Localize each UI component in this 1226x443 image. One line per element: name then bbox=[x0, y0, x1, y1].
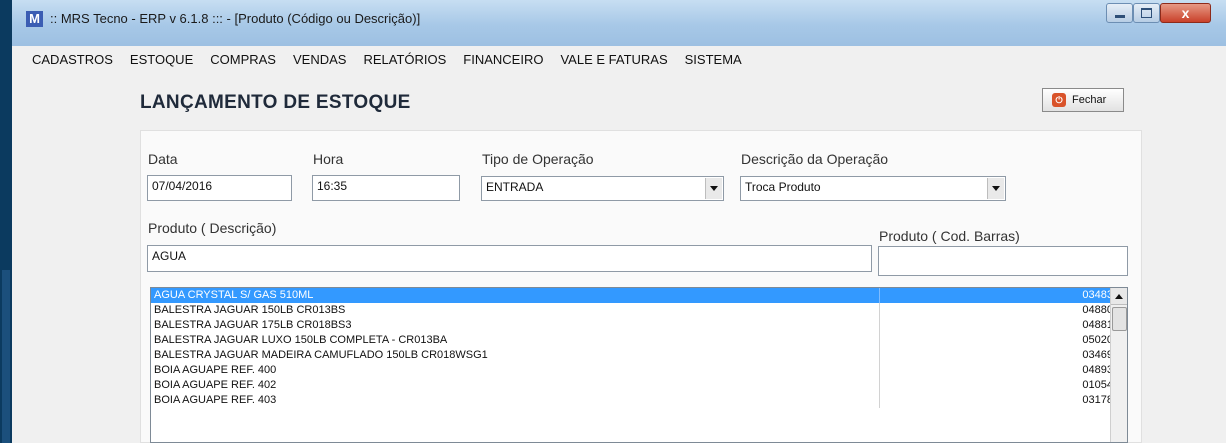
fechar-button-label: Fechar bbox=[1072, 94, 1107, 106]
column-divider bbox=[879, 303, 880, 318]
minimize-icon bbox=[1114, 14, 1125, 18]
product-description: BALESTRA JAGUAR MADEIRA CAMUFLADO 150LB … bbox=[154, 349, 488, 361]
product-code: 04880 bbox=[1082, 304, 1113, 316]
list-item[interactable]: BALESTRA JAGUAR MADEIRA CAMUFLADO 150LB … bbox=[151, 348, 1127, 363]
list-item[interactable]: BALESTRA JAGUAR LUXO 150LB COMPLETA - CR… bbox=[151, 333, 1127, 348]
column-divider bbox=[879, 318, 880, 333]
product-code: 04881 bbox=[1082, 319, 1113, 331]
tipo-operacao-label: Tipo de Operação bbox=[482, 151, 594, 167]
product-code: 04893 bbox=[1082, 364, 1113, 376]
product-description: BALESTRA JAGUAR 150LB CR013BS bbox=[154, 304, 346, 316]
column-divider bbox=[879, 378, 880, 393]
descricao-operacao-select[interactable]: Troca Produto bbox=[740, 176, 1006, 201]
menu-financeiro[interactable]: FINANCEIRO bbox=[454, 52, 551, 67]
column-divider bbox=[879, 348, 880, 363]
list-item[interactable]: AGUA CRYSTAL S/ GAS 510ML 03483 bbox=[151, 288, 1127, 303]
chevron-down-icon[interactable] bbox=[705, 178, 722, 199]
produto-descricao-label: Produto ( Descrição) bbox=[148, 220, 277, 236]
app-logo-icon: M bbox=[26, 11, 43, 27]
list-scrollbar[interactable] bbox=[1110, 288, 1127, 442]
data-field[interactable]: 07/04/2016 bbox=[147, 175, 292, 201]
maximize-icon bbox=[1141, 8, 1152, 18]
menu-compras[interactable]: COMPRAS bbox=[201, 52, 284, 67]
menu-sistema[interactable]: SISTEMA bbox=[676, 52, 750, 67]
exit-icon: ⏻ bbox=[1052, 93, 1066, 107]
product-description: BALESTRA JAGUAR 175LB CR018BS3 bbox=[154, 319, 352, 331]
product-code: 03178 bbox=[1082, 394, 1113, 406]
window-title: :: MRS Tecno - ERP v 6.1.8 ::: - [Produt… bbox=[50, 11, 421, 26]
menu-relatorios[interactable]: RELATÓRIOS bbox=[354, 52, 454, 67]
scroll-thumb[interactable] bbox=[1112, 307, 1127, 331]
column-divider bbox=[879, 333, 880, 348]
product-description: BOIA AGUAPE REF. 402 bbox=[154, 379, 277, 391]
menu-vale-e-faturas[interactable]: VALE E FATURAS bbox=[551, 52, 675, 67]
product-code: 01054 bbox=[1082, 379, 1113, 391]
list-item[interactable]: BOIA AGUAPE REF. 400 04893 bbox=[151, 363, 1127, 378]
product-description: BALESTRA JAGUAR LUXO 150LB COMPLETA - CR… bbox=[154, 334, 448, 346]
maximize-button[interactable] bbox=[1133, 3, 1160, 23]
product-code: 03483 bbox=[1082, 289, 1113, 301]
hora-field[interactable]: 16:35 bbox=[312, 175, 460, 201]
list-item[interactable]: BALESTRA JAGUAR 175LB CR018BS3 04881 bbox=[151, 318, 1127, 333]
close-icon: x bbox=[1181, 5, 1190, 21]
close-window-button[interactable]: x bbox=[1160, 3, 1211, 23]
produto-cod-barras-input[interactable] bbox=[878, 246, 1128, 276]
taskbar-edge bbox=[2, 270, 10, 443]
tipo-operacao-select[interactable]: ENTRADA bbox=[481, 176, 724, 201]
menu-vendas[interactable]: VENDAS bbox=[284, 52, 354, 67]
product-description: BOIA AGUAPE REF. 403 bbox=[154, 394, 277, 406]
minimize-button[interactable] bbox=[1106, 3, 1133, 23]
product-description: BOIA AGUAPE REF. 400 bbox=[154, 364, 277, 376]
data-label: Data bbox=[148, 151, 178, 167]
product-list-rows: AGUA CRYSTAL S/ GAS 510ML 03483 BALESTRA J… bbox=[151, 288, 1127, 408]
column-divider bbox=[879, 288, 880, 303]
product-code: 05020 bbox=[1082, 334, 1113, 346]
product-description: AGUA CRYSTAL S/ GAS 510ML bbox=[154, 289, 314, 301]
title-bar[interactable]: M :: MRS Tecno - ERP v 6.1.8 ::: - [Prod… bbox=[12, 0, 1226, 46]
column-divider bbox=[879, 363, 880, 378]
desktop-background bbox=[0, 0, 12, 443]
fechar-button[interactable]: ⏻ Fechar bbox=[1042, 88, 1124, 112]
column-divider bbox=[879, 393, 880, 408]
menu-estoque[interactable]: ESTOQUE bbox=[121, 52, 201, 67]
list-item[interactable]: BOIA AGUAPE REF. 402 01054 bbox=[151, 378, 1127, 393]
scroll-up-icon[interactable] bbox=[1111, 288, 1127, 305]
list-item[interactable]: BOIA AGUAPE REF. 403 03178 bbox=[151, 393, 1127, 408]
list-item[interactable]: BALESTRA JAGUAR 150LB CR013BS 04880 bbox=[151, 303, 1127, 318]
menu-bar: CADASTROS ESTOQUE COMPRAS VENDAS RELATÓR… bbox=[12, 46, 1226, 72]
product-list[interactable]: AGUA CRYSTAL S/ GAS 510ML 03483 BALESTRA J… bbox=[150, 287, 1128, 443]
tipo-operacao-value: ENTRADA bbox=[486, 180, 544, 194]
descricao-operacao-value: Troca Produto bbox=[745, 180, 821, 194]
page-title: LANÇAMENTO DE ESTOQUE bbox=[140, 92, 411, 113]
descricao-operacao-label: Descrição da Operação bbox=[741, 151, 889, 167]
produto-cod-barras-label: Produto ( Cod. Barras) bbox=[879, 228, 1020, 244]
menu-cadastros[interactable]: CADASTROS bbox=[12, 52, 121, 67]
chevron-down-icon[interactable] bbox=[987, 178, 1004, 199]
hora-label: Hora bbox=[313, 151, 344, 167]
produto-descricao-input[interactable]: AGUA bbox=[147, 245, 872, 272]
product-code: 03469 bbox=[1082, 349, 1113, 361]
